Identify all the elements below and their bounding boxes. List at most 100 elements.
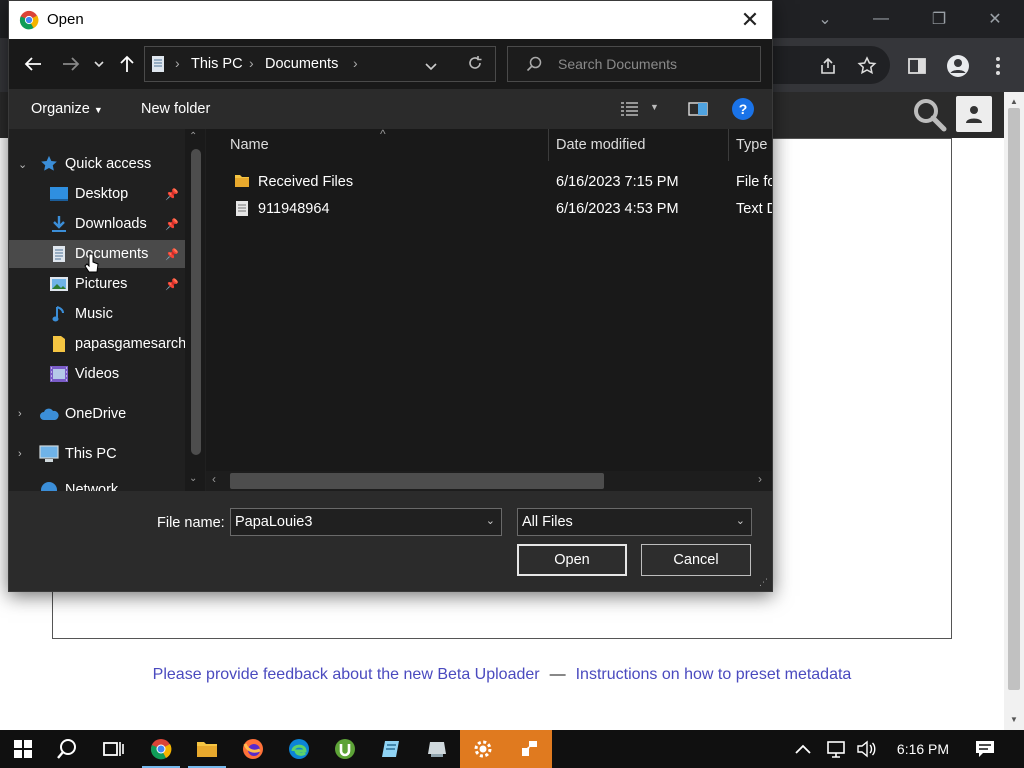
nav-this-pc[interactable]: › This PC xyxy=(9,440,185,468)
forward-arrow-icon[interactable] xyxy=(57,49,85,79)
back-arrow-icon[interactable] xyxy=(19,49,47,79)
menu-dots-icon[interactable] xyxy=(982,50,1014,82)
start-button[interactable] xyxy=(0,730,46,768)
volume-tray-icon[interactable] xyxy=(850,730,882,768)
file-type: File fo xyxy=(736,174,772,190)
mouse-cursor-icon xyxy=(84,253,100,275)
chrome-taskbar-icon[interactable] xyxy=(138,730,184,768)
chevron-right-icon[interactable]: › xyxy=(18,448,22,460)
view-options-chevron-icon[interactable]: ▼ xyxy=(650,102,659,112)
notes-taskbar-icon[interactable] xyxy=(368,730,414,768)
scroll-down-arrow[interactable]: ▼ xyxy=(1008,713,1020,725)
settings-taskbar-icon[interactable] xyxy=(460,730,506,768)
profile-avatar[interactable] xyxy=(942,50,974,82)
column-divider[interactable] xyxy=(548,129,549,161)
video-icon xyxy=(49,364,69,384)
minimize-icon[interactable]: — xyxy=(852,0,910,38)
chrome-logo-icon xyxy=(19,10,39,33)
network-tray-icon[interactable] xyxy=(820,730,852,768)
file-name: Received Files xyxy=(258,174,354,190)
column-divider[interactable] xyxy=(728,129,729,161)
resize-grip-icon[interactable]: ⋰ xyxy=(759,577,768,588)
sort-ascending-icon: ^ xyxy=(380,129,386,141)
task-view-icon[interactable] xyxy=(90,730,136,768)
taskbar-clock[interactable]: 6:16 PM xyxy=(888,730,958,768)
file-name-input[interactable]: PapaLouie3 ⌄ xyxy=(230,508,502,536)
tab-search-icon[interactable]: ⌄ xyxy=(796,0,854,38)
file-list-horizontal-scrollbar[interactable]: ‹ › xyxy=(206,471,772,491)
organize-label: Organize xyxy=(31,101,90,117)
scroll-right-arrow[interactable]: › xyxy=(758,472,762,486)
edge-taskbar-icon[interactable] xyxy=(276,730,322,768)
feedback-line: Please provide feedback about the new Be… xyxy=(0,666,1004,684)
cancel-button[interactable]: Cancel xyxy=(641,544,751,576)
column-header-name[interactable]: Name xyxy=(230,137,269,153)
help-icon[interactable]: ? xyxy=(732,98,754,120)
nav-downloads[interactable]: Downloads 📌 xyxy=(9,210,185,238)
file-row[interactable]: 911948964 6/16/2023 4:53 PM Text D xyxy=(206,197,772,223)
horizontal-scroll-thumb[interactable] xyxy=(230,473,604,489)
up-arrow-icon[interactable] xyxy=(113,49,141,79)
search-documents-input[interactable]: Search Documents xyxy=(507,46,761,82)
folder-icon xyxy=(49,334,69,354)
network-icon xyxy=(39,480,59,491)
nav-onedrive[interactable]: › OneDrive xyxy=(9,400,185,428)
close-window-icon[interactable]: ✕ xyxy=(966,0,1024,38)
chevron-down-icon[interactable]: ⌄ xyxy=(486,514,495,527)
bookmark-star-icon[interactable] xyxy=(851,50,883,82)
dialog-close-button[interactable]: ✕ xyxy=(728,1,772,39)
page-scroll-thumb[interactable] xyxy=(1008,108,1020,690)
scroll-left-arrow[interactable]: ‹ xyxy=(212,472,216,486)
notifications-icon[interactable] xyxy=(962,730,1008,768)
scroll-up-arrow[interactable]: ▲ xyxy=(1008,95,1020,107)
open-button[interactable]: Open xyxy=(517,544,627,576)
scroll-down-arrow[interactable]: ⌄ xyxy=(189,473,197,484)
dialog-footer: File name: PapaLouie3 ⌄ All Files ⌄ Open… xyxy=(9,491,772,591)
file-explorer-taskbar-icon[interactable] xyxy=(184,730,230,768)
command-bar: Organize ▼ New folder ▼ ? xyxy=(9,89,772,129)
nav-papasgamesarch[interactable]: papasgamesarch xyxy=(9,330,186,358)
nav-music[interactable]: Music xyxy=(9,300,185,328)
cloud-icon xyxy=(39,404,59,424)
nav-desktop[interactable]: Desktop 📌 xyxy=(9,180,185,208)
computer-icon xyxy=(39,444,59,464)
side-panel-icon[interactable] xyxy=(901,50,933,82)
user-icon[interactable] xyxy=(956,96,992,132)
search-taskbar-icon[interactable] xyxy=(44,730,90,768)
nav-videos[interactable]: Videos xyxy=(9,360,185,388)
view-options-icon[interactable] xyxy=(620,101,640,120)
instructions-link[interactable]: Instructions on how to preset metadata xyxy=(576,666,852,683)
file-type-select[interactable]: All Files ⌄ xyxy=(517,508,752,536)
tray-chevron-icon[interactable] xyxy=(782,730,824,768)
breadcrumb-chevron-icon: › xyxy=(249,55,254,71)
tools-taskbar-icon[interactable] xyxy=(506,730,552,768)
navigation-pane-scroll-thumb[interactable] xyxy=(191,149,201,455)
dialog-titlebar: Open ✕ xyxy=(9,1,772,39)
chevron-right-icon[interactable]: › xyxy=(18,408,22,420)
organize-button[interactable]: Organize ▼ xyxy=(31,101,103,117)
file-row[interactable]: Received Files 6/16/2023 7:15 PM File fo xyxy=(206,170,772,196)
nav-videos-label: Videos xyxy=(75,366,120,382)
utorrent-taskbar-icon[interactable] xyxy=(322,730,368,768)
breadcrumb-documents[interactable]: Documents xyxy=(265,56,338,72)
breadcrumb-this-pc[interactable]: This PC xyxy=(191,56,243,72)
nav-network[interactable]: Network xyxy=(9,476,185,491)
nav-quick-access[interactable]: ⌄ Quick access xyxy=(9,150,185,178)
network-app-taskbar-icon[interactable] xyxy=(414,730,460,768)
refresh-icon[interactable] xyxy=(467,55,483,74)
file-type-value: All Files xyxy=(522,514,573,530)
search-icon[interactable] xyxy=(910,95,950,135)
column-header-date[interactable]: Date modified xyxy=(556,137,645,153)
feedback-link[interactable]: Please provide feedback about the new Be… xyxy=(153,666,540,683)
address-breadcrumb[interactable]: › This PC › Documents › xyxy=(144,46,496,82)
address-dropdown-icon[interactable] xyxy=(425,58,437,74)
scroll-up-arrow[interactable]: ⌃ xyxy=(189,131,197,142)
preview-pane-icon[interactable] xyxy=(688,101,708,120)
recent-locations-chevron-icon[interactable] xyxy=(89,49,109,79)
firefox-taskbar-icon[interactable] xyxy=(230,730,276,768)
new-folder-button[interactable]: New folder xyxy=(141,101,210,117)
column-header-type[interactable]: Type xyxy=(736,137,767,153)
maximize-icon[interactable]: ❐ xyxy=(910,0,968,38)
chevron-down-icon[interactable]: ⌄ xyxy=(18,158,27,171)
share-icon[interactable] xyxy=(812,50,844,82)
